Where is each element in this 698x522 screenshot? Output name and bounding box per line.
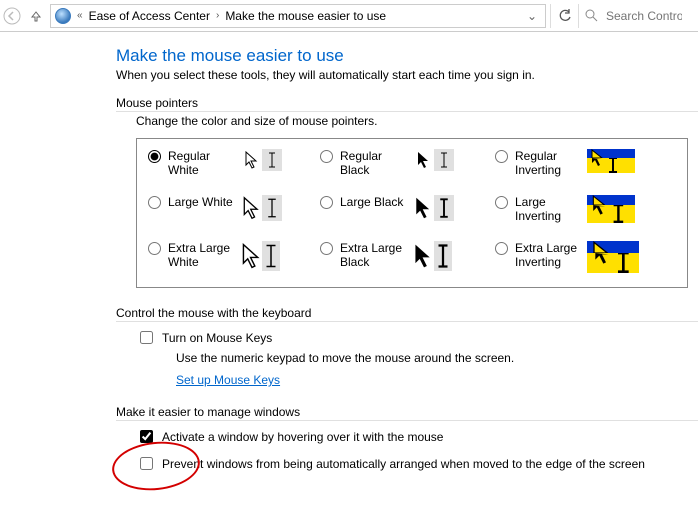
search-icon <box>585 9 598 22</box>
pointers-desc: Change the color and size of mouse point… <box>136 114 688 128</box>
pointer-option-xl-black[interactable]: Extra Large Black <box>315 241 490 273</box>
cursor-preview-xl-inverting <box>587 241 639 273</box>
radio-large-white[interactable] <box>148 196 161 209</box>
chevron-left-icon: « <box>77 10 83 21</box>
breadcrumb-parent[interactable]: Ease of Access Center <box>89 9 210 23</box>
cursor-preview-large-white <box>242 195 282 221</box>
activate-hover-checkbox-row[interactable]: Activate a window by hovering over it wi… <box>136 427 688 446</box>
cursor-preview-large-inverting <box>587 195 635 223</box>
mouse-keys-checkbox-row[interactable]: Turn on Mouse Keys <box>136 328 688 347</box>
radio-xl-black[interactable] <box>320 242 333 255</box>
search-box[interactable] <box>578 4 698 28</box>
prevent-arrange-checkbox-row[interactable]: Prevent windows from being automatically… <box>136 454 688 473</box>
control-panel-icon <box>55 8 71 24</box>
radio-large-black[interactable] <box>320 196 333 209</box>
radio-regular-black[interactable] <box>320 150 333 163</box>
prevent-arrange-checkbox[interactable] <box>140 457 153 470</box>
radio-xl-inverting[interactable] <box>495 242 508 255</box>
back-button[interactable] <box>0 4 24 28</box>
page-subhead: When you select these tools, they will a… <box>116 68 688 82</box>
section-mouse-pointers: Mouse pointers <box>116 96 688 110</box>
prevent-arrange-label: Prevent windows from being automatically… <box>162 457 645 471</box>
activate-hover-label: Activate a window by hovering over it wi… <box>162 430 443 444</box>
mouse-keys-label: Turn on Mouse Keys <box>162 331 272 345</box>
mouse-keys-checkbox[interactable] <box>140 331 153 344</box>
search-input[interactable] <box>604 8 684 24</box>
chevron-right-icon: › <box>216 10 219 21</box>
cursor-preview-regular-black <box>414 149 454 171</box>
section-manage-windows: Make it easier to manage windows <box>116 405 688 419</box>
setup-mouse-keys-link[interactable]: Set up Mouse Keys <box>176 373 280 387</box>
page-title: Make the mouse easier to use <box>116 46 688 66</box>
address-bar: « Ease of Access Center › Make the mouse… <box>0 0 698 32</box>
pointer-option-regular-black[interactable]: Regular Black <box>315 149 490 177</box>
cursor-preview-regular-white <box>242 149 282 171</box>
radio-xl-white[interactable] <box>148 242 161 255</box>
breadcrumb-current[interactable]: Make the mouse easier to use <box>225 9 386 23</box>
cursor-preview-large-black <box>414 195 454 221</box>
cursor-preview-xl-white <box>242 241 280 271</box>
cursor-preview-xl-black <box>414 241 452 271</box>
pointer-option-large-inverting[interactable]: Large Inverting <box>490 195 685 223</box>
radio-regular-inverting[interactable] <box>495 150 508 163</box>
pointer-option-xl-white[interactable]: Extra Large White <box>143 241 315 273</box>
refresh-button[interactable] <box>550 4 578 28</box>
radio-large-inverting[interactable] <box>495 196 508 209</box>
pointer-options-box: Regular White Regular Black Regular Inve… <box>136 138 688 288</box>
pointer-option-large-white[interactable]: Large White <box>143 195 315 223</box>
up-button[interactable] <box>24 4 48 28</box>
radio-regular-white[interactable] <box>148 150 161 163</box>
pointer-option-regular-white[interactable]: Regular White <box>143 149 315 177</box>
main-content: Make the mouse easier to use When you se… <box>0 32 698 487</box>
section-keyboard: Control the mouse with the keyboard <box>116 306 688 320</box>
activate-hover-checkbox[interactable] <box>140 430 153 443</box>
pointer-option-regular-inverting[interactable]: Regular Inverting <box>490 149 685 177</box>
pointer-option-xl-inverting[interactable]: Extra Large Inverting <box>490 241 685 273</box>
pointer-option-large-black[interactable]: Large Black <box>315 195 490 223</box>
cursor-preview-regular-inverting <box>587 149 635 173</box>
mouse-keys-desc: Use the numeric keypad to move the mouse… <box>136 351 688 365</box>
address-dropdown-icon[interactable]: ⌄ <box>523 9 541 23</box>
breadcrumb[interactable]: « Ease of Access Center › Make the mouse… <box>50 4 546 28</box>
